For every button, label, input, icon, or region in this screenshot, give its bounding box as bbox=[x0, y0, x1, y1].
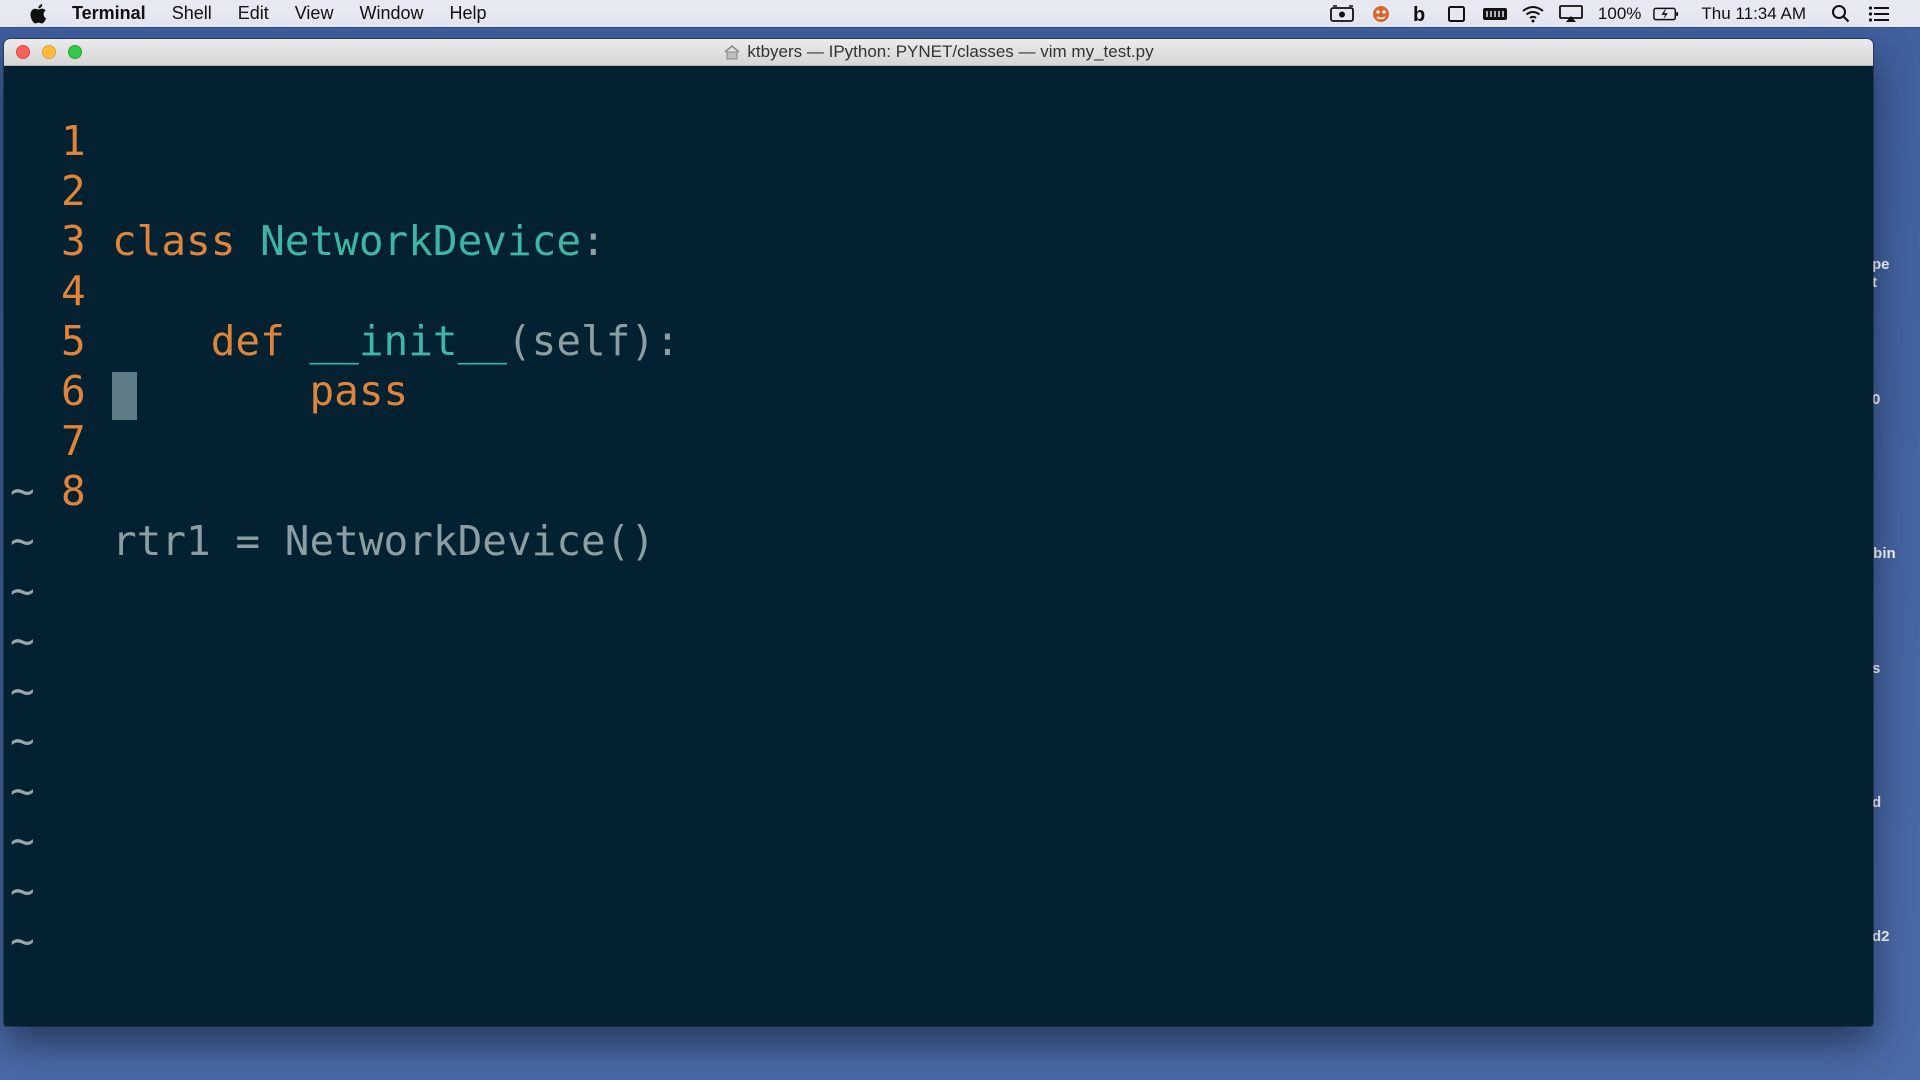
window-titlebar[interactable]: ktbyers — IPython: PYNET/classes — vim m… bbox=[4, 39, 1873, 66]
code-line: 6 bbox=[4, 316, 152, 415]
code-line: 8 rtr1 = NetworkDevice() bbox=[4, 416, 655, 565]
empty-line-tilde: ~ bbox=[10, 517, 35, 565]
terminal-window[interactable]: ktbyers — IPython: PYNET/classes — vim m… bbox=[4, 39, 1873, 1026]
desktop-file-label[interactable]: d2 bbox=[1872, 928, 1890, 945]
desktop-file-label[interactable]: pe bbox=[1872, 256, 1890, 273]
empty-line-tilde: ~ bbox=[10, 667, 35, 715]
empty-line-tilde: ~ bbox=[10, 617, 35, 665]
close-window-button[interactable] bbox=[16, 45, 30, 59]
empty-line-tilde: ~ bbox=[10, 917, 35, 965]
punctuation-token: : bbox=[581, 217, 606, 265]
menu-window[interactable]: Window bbox=[359, 3, 423, 24]
window-title-text: ktbyers — IPython: PYNET/classes — vim m… bbox=[747, 42, 1154, 61]
keyword-token: pass bbox=[112, 367, 409, 415]
desktop-file-label[interactable]: 0 bbox=[1872, 391, 1880, 408]
menu-bar: Terminal Shell Edit View Window Help b 1… bbox=[0, 0, 1920, 27]
desktop-file-label[interactable]: d bbox=[1872, 794, 1881, 811]
empty-line-tilde: ~ bbox=[10, 867, 35, 915]
menubar-clock[interactable]: Thu 11:34 AM bbox=[1701, 4, 1806, 24]
apple-menu-icon[interactable] bbox=[28, 3, 48, 25]
window-icon[interactable] bbox=[1444, 5, 1470, 23]
airplay-icon[interactable] bbox=[1558, 4, 1584, 23]
window-controls bbox=[16, 45, 94, 59]
code-text: def __init__(self): bbox=[112, 316, 680, 366]
bold-b-icon[interactable]: b bbox=[1406, 4, 1432, 24]
menu-edit[interactable]: Edit bbox=[238, 3, 269, 24]
screen-record-icon[interactable] bbox=[1330, 4, 1356, 23]
wifi-icon[interactable] bbox=[1520, 5, 1546, 23]
params-token: (self): bbox=[506, 317, 680, 365]
empty-line-tilde: ~ bbox=[10, 817, 35, 865]
spotlight-icon[interactable] bbox=[1828, 4, 1854, 23]
code-line: 7 bbox=[4, 366, 152, 465]
battery-icon[interactable] bbox=[1653, 5, 1679, 23]
menu-app-terminal[interactable]: Terminal bbox=[72, 3, 146, 24]
function-name-token: __init__ bbox=[309, 317, 507, 365]
empty-line-tilde: ~ bbox=[10, 467, 35, 515]
notification-center-icon[interactable] bbox=[1866, 5, 1892, 23]
minimize-window-button[interactable] bbox=[42, 45, 56, 59]
app-helper-icon[interactable] bbox=[1368, 5, 1394, 23]
window-title: ktbyers — IPython: PYNET/classes — vim m… bbox=[723, 42, 1154, 62]
code-line: 3 bbox=[4, 166, 152, 265]
code-line: 2 class NetworkDevice: bbox=[4, 116, 606, 265]
home-folder-icon bbox=[724, 44, 740, 60]
code-line: 4 def __init__(self): bbox=[4, 216, 680, 365]
menu-shell[interactable]: Shell bbox=[172, 3, 212, 24]
code-text: class NetworkDevice: bbox=[112, 216, 606, 266]
keyboard-icon[interactable] bbox=[1482, 5, 1508, 23]
line-number: 8 bbox=[61, 467, 86, 515]
code-text: pass bbox=[112, 366, 408, 416]
battery-percentage: 100% bbox=[1597, 3, 1642, 23]
menu-view[interactable]: View bbox=[295, 3, 334, 24]
empty-line-tilde: ~ bbox=[10, 717, 35, 765]
zoom-window-button[interactable] bbox=[68, 45, 82, 59]
text-cursor bbox=[112, 372, 137, 420]
statement-token: rtr1 = NetworkDevice() bbox=[112, 517, 656, 565]
code-text: rtr1 = NetworkDevice() bbox=[112, 516, 655, 566]
code-line: 1 bbox=[4, 66, 152, 165]
desktop-file-label[interactable]: s bbox=[1872, 660, 1880, 677]
class-name-token: NetworkDevice bbox=[260, 217, 582, 265]
code-line: 5 pass bbox=[4, 266, 408, 415]
empty-line-tilde: ~ bbox=[10, 567, 35, 615]
vim-editor[interactable]: 1 2 class NetworkDevice: 3 4 def __init_… bbox=[4, 66, 1873, 1026]
svg-text:b: b bbox=[1413, 4, 1425, 24]
empty-line-tilde: ~ bbox=[10, 767, 35, 815]
desktop-file-label[interactable]: .bin bbox=[1869, 545, 1896, 562]
menu-help[interactable]: Help bbox=[449, 3, 486, 24]
